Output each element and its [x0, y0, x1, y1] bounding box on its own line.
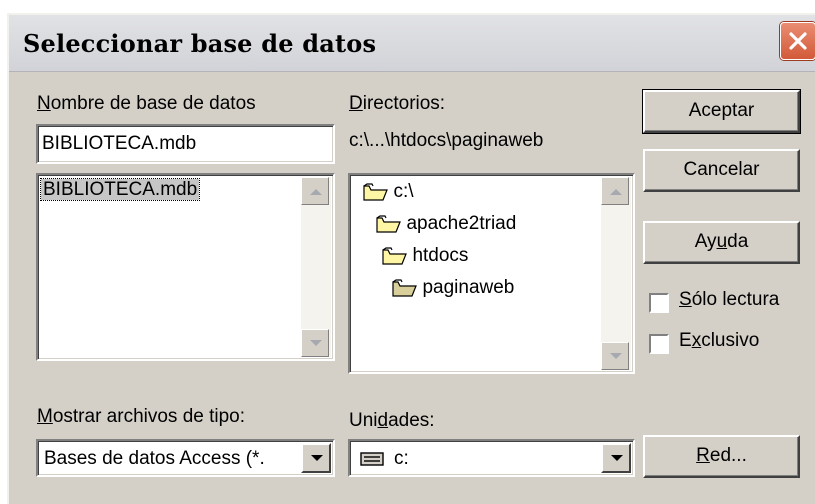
file-list-scrollbar[interactable]	[301, 177, 331, 357]
exclusive-label[interactable]: Exclusivo	[679, 330, 759, 352]
file-type-label: Mostrar archivos de tipo:	[37, 406, 246, 427]
scroll-down-button[interactable]	[301, 329, 329, 357]
current-path: c:\...\htdocs\paginaweb	[349, 130, 544, 151]
chevron-down-icon	[311, 455, 323, 461]
open-folder-icon	[376, 215, 401, 233]
network-button[interactable]: Red...	[643, 435, 800, 478]
file-type-select[interactable]: Bases de datos Access (*.	[36, 439, 335, 477]
title-bar[interactable]: Seleccionar base de datos	[9, 15, 815, 72]
cancel-button[interactable]: Cancelar	[643, 149, 800, 192]
tree-item-root[interactable]: c:\	[363, 181, 414, 203]
chevron-down-icon	[611, 455, 623, 461]
drive-select[interactable]: c:	[348, 439, 635, 477]
scroll-up-button[interactable]	[301, 177, 329, 205]
tree-item-paginaweb[interactable]: paginaweb	[392, 277, 514, 299]
directory-tree-scrollbar[interactable]	[601, 177, 631, 370]
arrow-up-icon	[610, 189, 622, 195]
directories-label: Directorios:	[349, 93, 446, 114]
arrow-down-icon	[610, 353, 622, 359]
directory-tree[interactable]: c:\ apache2triad htdocs paginaweb	[348, 173, 635, 374]
drive-dropdown-button[interactable]	[601, 443, 631, 473]
close-x-icon	[789, 32, 807, 50]
drives-label: Unidades:	[349, 410, 435, 431]
file-type-dropdown-button[interactable]	[301, 443, 331, 473]
select-database-dialog: Seleccionar base de datos Nombre de base…	[7, 13, 815, 504]
tree-item-htdocs[interactable]: htdocs	[382, 245, 468, 267]
database-file-list[interactable]: BIBLIOTECA.mdb	[36, 173, 335, 361]
list-item[interactable]: BIBLIOTECA.mdb	[39, 178, 201, 201]
scroll-up-button[interactable]	[601, 177, 629, 205]
tree-item-apache2triad[interactable]: apache2triad	[376, 213, 516, 235]
close-button[interactable]	[780, 22, 815, 60]
arrow-up-icon	[310, 189, 322, 195]
open-folder-icon	[392, 279, 417, 297]
help-button[interactable]: Ayuda	[643, 221, 800, 264]
drive-value: c:	[394, 448, 409, 469]
open-folder-icon	[382, 247, 407, 265]
read-only-label[interactable]: Sólo lectura	[679, 289, 779, 311]
arrow-down-icon	[310, 340, 322, 346]
open-folder-icon	[363, 183, 388, 201]
exclusive-checkbox[interactable]	[649, 334, 669, 354]
database-name-input[interactable]: BIBLIOTECA.mdb	[36, 124, 335, 164]
file-type-value: Bases de datos Access (*.	[44, 448, 265, 469]
read-only-checkbox[interactable]	[649, 293, 669, 313]
scroll-down-button[interactable]	[601, 342, 629, 370]
dialog-title: Seleccionar base de datos	[23, 29, 377, 58]
database-name-label: Nombre de base de datos	[37, 93, 256, 114]
accept-button[interactable]: Aceptar	[642, 89, 801, 134]
drive-icon	[360, 452, 384, 466]
